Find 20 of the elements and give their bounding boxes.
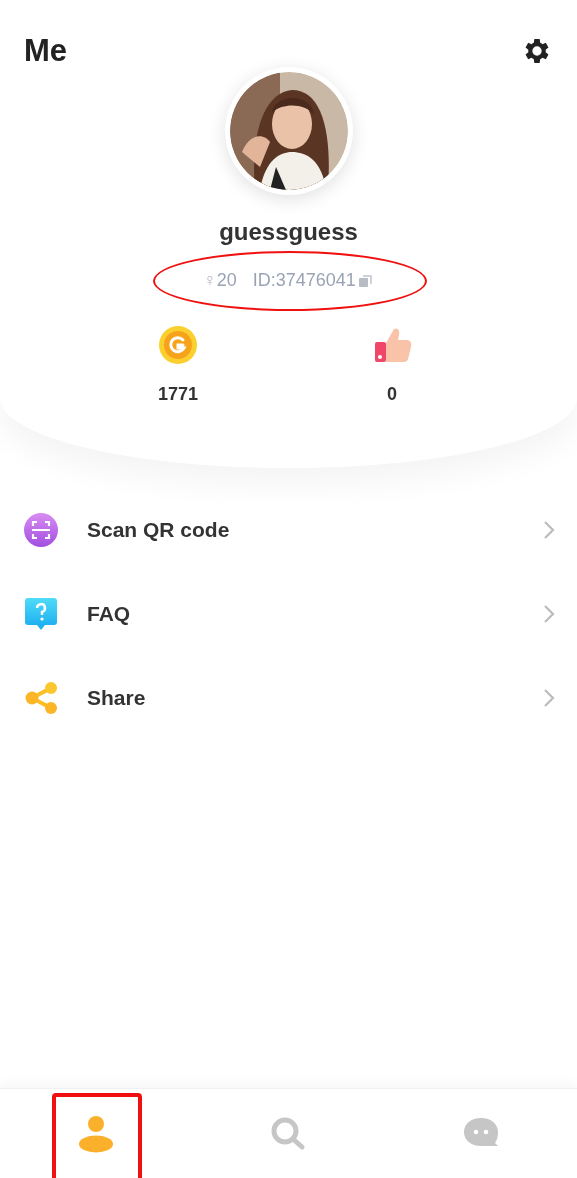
age-text: 20 (216, 269, 237, 293)
share-icon (24, 680, 58, 715)
chevron-icon (543, 687, 555, 708)
stat-value: 0 (387, 382, 397, 406)
stat-value: 1771 (158, 382, 199, 406)
user-id: ID:37476041 (252, 269, 356, 293)
menu-item[interactable]: Scan QR code (24, 512, 555, 547)
scan-icon (24, 512, 58, 547)
chevron-icon (543, 519, 555, 540)
chevron-icon (543, 603, 555, 624)
coin-icon (158, 324, 198, 365)
profile-icon (77, 1114, 116, 1153)
menu-item[interactable]: FAQ (24, 596, 555, 631)
nav-tab[interactable] (77, 1114, 116, 1153)
female-icon: ♀ (203, 267, 217, 295)
page-title: Me (24, 32, 68, 70)
copy-icon (357, 272, 374, 289)
username: guessguess (219, 218, 358, 245)
menu-item[interactable]: Share (24, 680, 555, 715)
help-icon (24, 596, 58, 631)
